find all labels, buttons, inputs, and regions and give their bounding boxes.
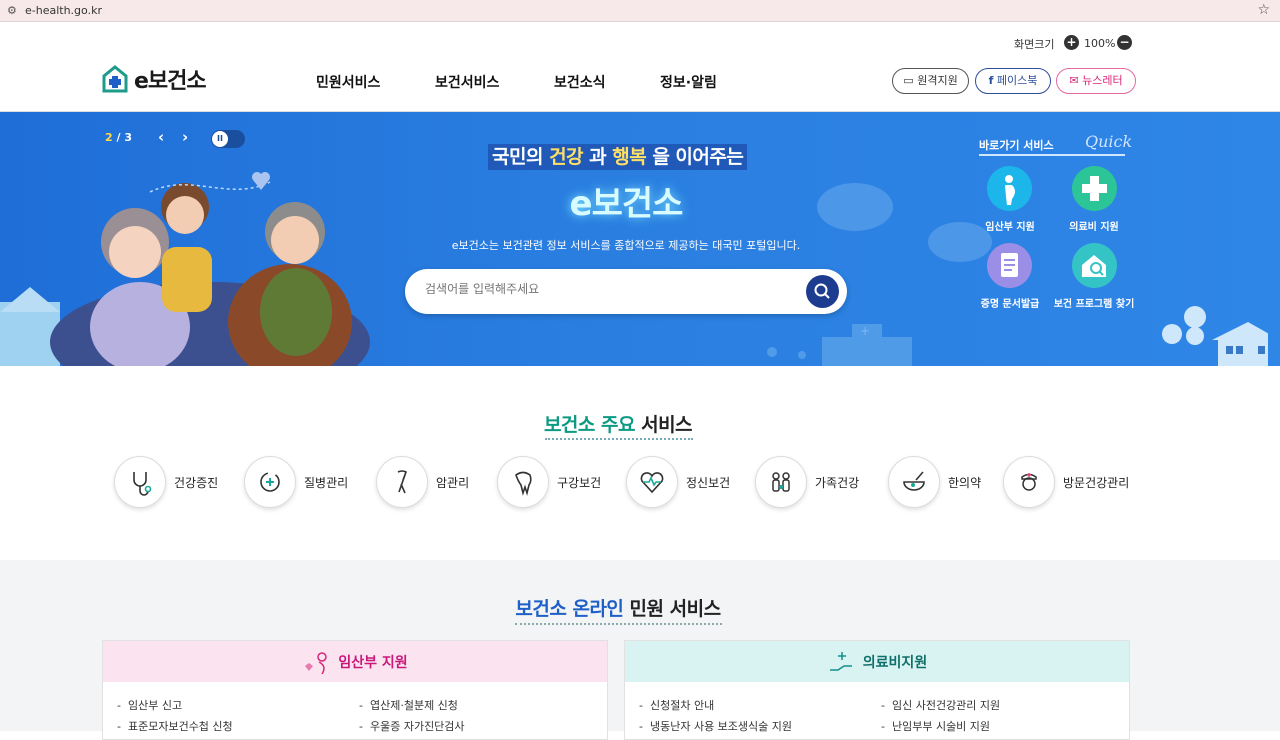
mortar-icon [888, 456, 940, 508]
main-services-title-1: 보건소 주요 [543, 414, 636, 436]
main-services-title-2: 서비스 [634, 414, 693, 436]
site-logo[interactable]: e보건소 [102, 63, 207, 95]
search-box [405, 269, 847, 314]
pregnant-icon[interactable] [987, 166, 1032, 211]
tagline-part1: 국민의 [492, 146, 550, 168]
medical-cross-icon[interactable] [1072, 166, 1117, 211]
nav-health-service[interactable]: 보건서비스 [435, 72, 499, 92]
list-item[interactable]: - 임산부 신고 [117, 697, 182, 713]
hero-banner: 2 / 3 ‹ › II + 국민의 건강 과 행복 을 이어주는 e보건소 e… [0, 112, 1280, 366]
document-icon[interactable] [987, 243, 1032, 288]
pregnant-woman-icon [305, 651, 328, 674]
service-cancer-management[interactable]: 암관리 [376, 456, 469, 508]
tagline-happiness: 행복 [612, 146, 647, 168]
facebook-label: 페이스북 [996, 74, 1038, 87]
zoom-in-button[interactable]: + [1064, 35, 1079, 50]
medical-card-title: 의료비지원 [862, 654, 928, 671]
logo-house-icon [102, 65, 128, 93]
bookmark-star-icon[interactable]: ☆ [1257, 2, 1270, 18]
zoom-label: 화면크기 [1014, 38, 1055, 51]
online-services-title: 보건소 온라인 민원 서비스 [0, 594, 1236, 621]
list-item[interactable]: - 임신 사전건강관리 지원 [881, 697, 1000, 713]
medical-card-list: - 신청절차 안내 - 임신 사전건강관리 지원 - 냉동난자 사용 보조생식술… [625, 682, 1129, 733]
nav-civil-service[interactable]: 민원서비스 [316, 72, 380, 92]
nav-health-news[interactable]: 보건소식 [554, 72, 606, 92]
service-label: 암관리 [436, 475, 470, 490]
online-services-title-2: 민원 서비스 [623, 598, 722, 620]
list-item[interactable]: - 표준모자보건수첩 신청 [117, 718, 233, 734]
remote-support-label: 원격지원 [917, 74, 958, 87]
service-label: 구강보건 [557, 475, 602, 490]
family-icon [755, 456, 807, 508]
quick-service-title: 바로가기 서비스 [979, 139, 1054, 152]
heart-pulse-icon [626, 456, 678, 508]
page-info-icon[interactable]: ⚙ [7, 4, 17, 17]
facebook-button[interactable]: f 페이스북 [975, 68, 1051, 94]
service-label: 가족건강 [815, 475, 860, 490]
online-services-title-1: 보건소 온라인 [515, 598, 624, 620]
facebook-icon: f [988, 74, 994, 87]
tooth-icon [497, 456, 549, 508]
service-disease-management[interactable]: 질병관리 [244, 456, 348, 508]
service-label: 정신보건 [686, 475, 731, 490]
service-label: 질병관리 [304, 475, 349, 490]
medical-support-card: 의료비지원 - 신청절차 안내 - 임신 사전건강관리 지원 - 냉동난자 사용… [624, 640, 1130, 740]
service-oral-health[interactable]: 구강보건 [497, 456, 601, 508]
service-label: 한의약 [948, 475, 982, 490]
main-services-underline [545, 438, 693, 440]
nav-info-notice[interactable]: 정보·알림 [660, 72, 717, 92]
svg-text:+: + [860, 324, 870, 338]
pregnancy-support-card: 임산부 지원 - 임산부 신고 - 엽산제·철분제 신청 - 표준모자보건수첩 … [102, 640, 608, 740]
logo-text: e보건소 [134, 69, 207, 94]
tagline-health: 건강 [549, 146, 584, 168]
service-oriental-medicine[interactable]: 한의약 [888, 456, 981, 508]
zoom-out-button[interactable]: − [1117, 35, 1132, 50]
quick-underline [979, 154, 1125, 156]
online-services-underline [515, 623, 722, 625]
quick-medical-support[interactable]: 의료비 지원 [1039, 218, 1149, 233]
service-family-health[interactable]: 가족건강 [755, 456, 859, 508]
hero-description: e보건소는 보건관련 정보 서비스를 종합적으로 제공하는 대국민 포털입니다. [451, 239, 801, 252]
list-item[interactable]: - 엽산제·철분제 신청 [359, 697, 458, 713]
list-item[interactable]: - 신청절차 안내 [639, 697, 714, 713]
nurse-icon [1003, 456, 1055, 508]
disease-cycle-icon [244, 456, 296, 508]
browser-address-bar: ⚙ e-health.go.kr ☆ [0, 0, 1280, 22]
quick-program-search[interactable]: 보건 프로그램 찾기 [1039, 295, 1149, 310]
quick-service-subtitle: Quick [1085, 132, 1133, 151]
list-item[interactable]: - 난임부부 시술비 지원 [881, 718, 990, 734]
pregnancy-card-title: 임산부 지원 [338, 654, 408, 671]
medical-card-header[interactable]: 의료비지원 [625, 641, 1129, 682]
program-search-icon[interactable] [1072, 243, 1117, 288]
search-icon [814, 283, 830, 299]
main-services-title: 보건소 주요 서비스 [0, 410, 1236, 437]
service-label: 건강증진 [174, 475, 219, 490]
tagline-part2: 과 [583, 146, 613, 168]
url-text[interactable]: e-health.go.kr [25, 4, 102, 17]
mail-icon: ✉ [1069, 74, 1079, 87]
service-health-promotion[interactable]: 건강증진 [114, 456, 218, 508]
newsletter-label: 뉴스레터 [1082, 74, 1123, 87]
newsletter-button[interactable]: ✉ 뉴스레터 [1056, 68, 1136, 94]
hand-cross-icon [829, 651, 852, 671]
pregnancy-card-list: - 임산부 신고 - 엽산제·철분제 신청 - 표준모자보건수첩 신청 - 우울… [103, 682, 607, 733]
zoom-value: 100% [1084, 37, 1116, 50]
search-button[interactable] [806, 275, 839, 308]
tagline-part3: 을 이어주는 [646, 146, 744, 168]
list-item[interactable]: - 냉동난자 사용 보조생식술 지원 [639, 718, 792, 734]
monitor-icon: ▭ [903, 74, 914, 87]
service-mental-health[interactable]: 정신보건 [626, 456, 730, 508]
service-label: 방문건강관리 [1063, 475, 1130, 490]
service-home-visit[interactable]: 방문건강관리 [1003, 456, 1129, 508]
remote-support-button[interactable]: ▭ 원격지원 [892, 68, 969, 94]
online-services-section: 보건소 온라인 민원 서비스 임산부 지원 - 임산부 신고 - 엽산제·철분제… [0, 560, 1280, 740]
pregnancy-card-header[interactable]: 임산부 지원 [103, 641, 607, 682]
hero-tagline: 국민의 건강 과 행복 을 이어주는 [488, 144, 748, 170]
list-item[interactable]: - 우울증 자가진단검사 [359, 718, 465, 734]
stethoscope-icon [114, 456, 166, 508]
ribbon-icon [376, 456, 428, 508]
search-input[interactable] [425, 282, 785, 296]
